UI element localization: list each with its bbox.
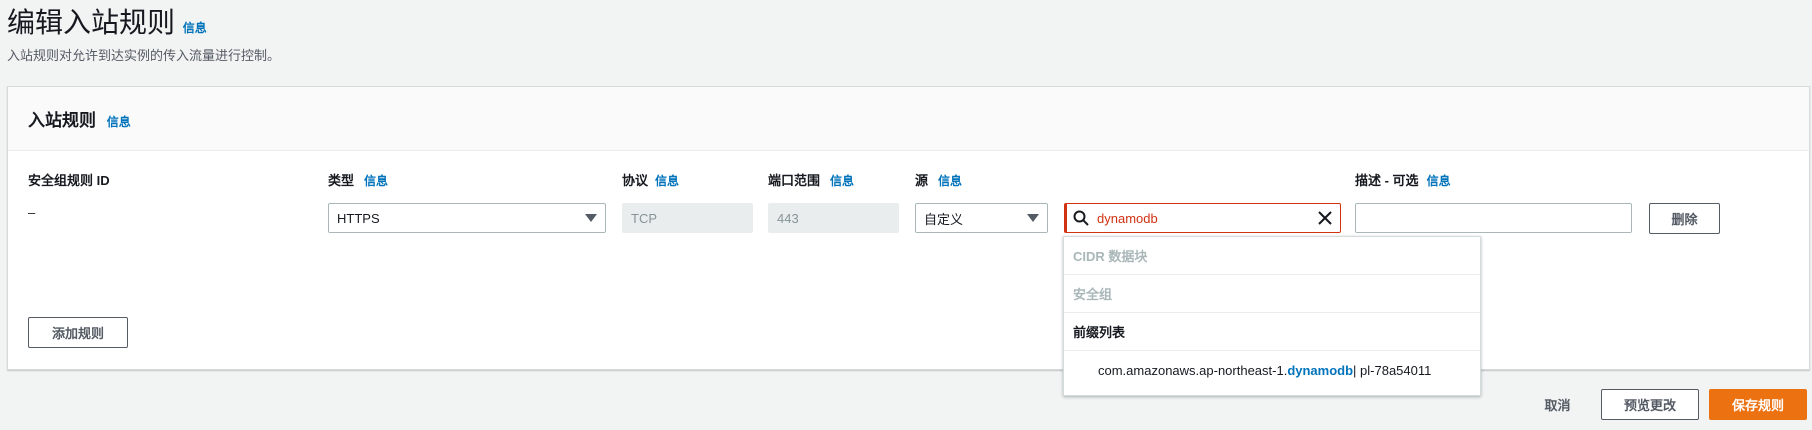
panel-title-info-link[interactable]: 信息 (107, 115, 131, 129)
delete-rule-button[interactable]: 删除 (1649, 203, 1720, 234)
port-range-field: 443 (768, 203, 899, 233)
protocol-info-link[interactable]: 信息 (655, 174, 679, 188)
column-label-protocol-text: 协议 (622, 173, 649, 188)
close-icon[interactable] (1318, 211, 1332, 225)
column-label-rule-id: 安全组规则 ID (28, 173, 110, 188)
protocol-field: TCP (622, 203, 753, 233)
source-search-value: dynamodb (1097, 210, 1158, 226)
source-search-input[interactable]: dynamodb (1064, 203, 1341, 233)
protocol-value: TCP (631, 210, 657, 226)
source-dropdown: CIDR 数据块 安全组 前缀列表 com.amazonaws.ap-north… (1063, 236, 1481, 396)
save-rules-button[interactable]: 保存规则 (1709, 389, 1807, 420)
column-label-source-text: 源 (915, 173, 929, 188)
panel-title: 入站规则 信息 (28, 106, 131, 131)
panel-header: 入站规则 信息 (8, 87, 1809, 151)
panel-title-text: 入站规则 (28, 111, 96, 130)
page-title: 编辑入站规则 信息 (7, 4, 207, 47)
dropdown-group-cidr: CIDR 数据块 (1064, 237, 1480, 275)
type-select-value: HTTPS (337, 210, 380, 226)
cancel-button[interactable]: 取消 (1530, 389, 1585, 420)
source-type-select[interactable]: 自定义 (915, 203, 1048, 233)
column-label-port-range: 端口范围 信息 (768, 170, 854, 189)
port-range-info-link[interactable]: 信息 (830, 174, 854, 188)
dropdown-group-security-group: 安全组 (1064, 275, 1480, 313)
chevron-down-icon (585, 214, 597, 222)
page-subtitle: 入站规则对允许到达实例的传入流量进行控制。 (7, 48, 281, 63)
option-prefix-text: com.amazonaws.ap-northeast-1. (1098, 362, 1288, 378)
inbound-rules-panel: 入站规则 信息 安全组规则 ID 类型 信息 协议 信息 端口范围 信息 源信息 描述… (7, 86, 1810, 370)
page-title-info-link[interactable]: 信息 (183, 21, 207, 35)
search-icon (1073, 210, 1089, 226)
chevron-down-icon (1027, 214, 1039, 222)
page-title-text: 编辑入站规则 (7, 7, 176, 38)
description-info-link[interactable]: 信息 (1427, 174, 1451, 188)
dropdown-option-prefix-list[interactable]: com.amazonaws.ap-northeast-1. dynamodb | … (1064, 351, 1480, 389)
description-input[interactable] (1355, 203, 1632, 233)
option-highlight-text: dynamodb (1287, 362, 1354, 378)
source-type-value: 自定义 (924, 211, 964, 227)
port-range-value: 443 (777, 210, 799, 226)
column-label-protocol: 协议 信息 (622, 170, 679, 189)
column-label-type-text: 类型 (328, 173, 355, 188)
column-label-port-range-text: 端口范围 (768, 173, 821, 188)
type-select[interactable]: HTTPS (328, 203, 606, 233)
column-label-description: 描述 - 可选 信息 (1355, 170, 1451, 189)
source-info-link[interactable]: 信息 (938, 174, 962, 188)
option-suffix-text: | pl-78a54011 (1353, 362, 1432, 378)
column-label-source: 源信息 (915, 170, 962, 189)
add-rule-button[interactable]: 添加规则 (28, 317, 128, 348)
column-label-description-text: 描述 - 可选 (1355, 173, 1419, 188)
dropdown-group-prefix-list: 前缀列表 (1064, 313, 1480, 351)
column-label-type: 类型 信息 (328, 170, 388, 189)
preview-changes-button[interactable]: 预览更改 (1601, 389, 1699, 420)
rule-id-value: – (28, 205, 36, 220)
type-info-link[interactable]: 信息 (364, 174, 388, 188)
